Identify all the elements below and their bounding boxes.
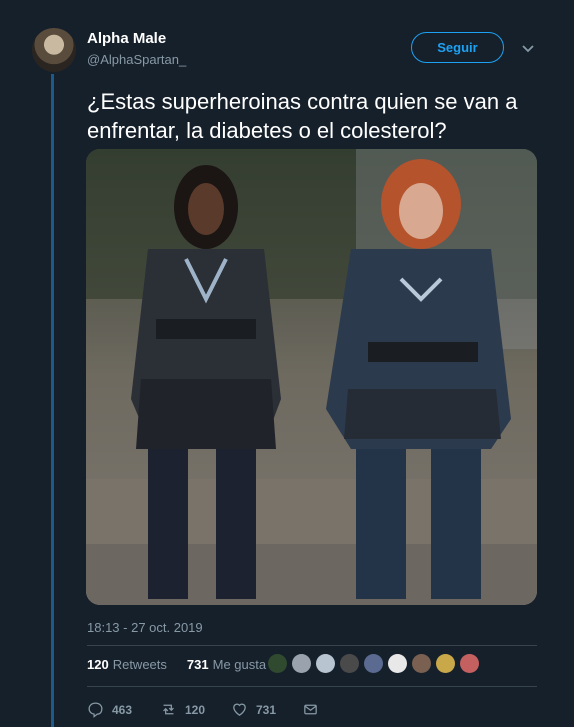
liker-avatars [268,654,479,673]
liker-avatar[interactable] [388,654,407,673]
author-handle[interactable]: @AlphaSpartan_ [87,52,186,67]
divider [87,686,537,687]
photo-illustration [86,149,537,605]
liker-avatar[interactable] [436,654,455,673]
thread-line [51,74,54,727]
retweet-icon [163,704,174,715]
reply-action[interactable]: 463 [87,701,132,718]
follow-button[interactable]: Seguir [411,32,504,63]
liker-avatar[interactable] [340,654,359,673]
engagement-stats: 120 Retweets 731 Me gusta [87,657,266,672]
likes-count[interactable]: 731 [187,657,209,672]
reply-icon [88,702,103,718]
chevron-down-icon[interactable] [521,42,535,56]
liker-avatar[interactable] [268,654,287,673]
like-count: 731 [256,702,277,717]
divider [87,645,537,646]
liker-avatar[interactable] [412,654,431,673]
author-name[interactable]: Alpha Male [87,30,166,47]
retweet-count: 120 [185,702,206,717]
envelope-icon [304,704,317,715]
retweets-label[interactable]: Retweets [113,657,167,672]
retweet-action[interactable]: 120 [160,701,205,718]
tweet-text: ¿Estas superheroinas contra quien se van… [87,89,518,143]
direct-message-action[interactable] [302,701,319,718]
liker-avatar[interactable] [460,654,479,673]
tweet-timestamp[interactable]: 18:13 - 27 oct. 2019 [87,620,203,635]
retweets-count[interactable]: 120 [87,657,109,672]
author-avatar[interactable] [32,28,76,72]
heart-icon [233,703,246,716]
like-action[interactable]: 731 [231,701,276,718]
liker-avatar[interactable] [292,654,311,673]
liker-avatar[interactable] [316,654,335,673]
liker-avatar[interactable] [364,654,383,673]
reply-count: 463 [112,702,133,717]
likes-label[interactable]: Me gusta [213,657,266,672]
tweet-photo[interactable] [86,149,537,605]
